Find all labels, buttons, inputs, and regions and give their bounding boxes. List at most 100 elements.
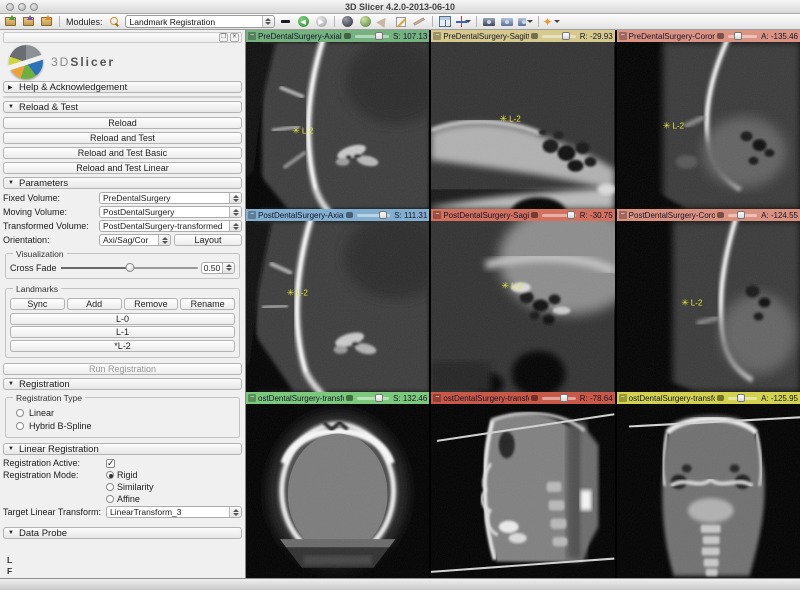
registration-active-checkbox[interactable] <box>106 459 115 468</box>
landmark-marker[interactable]: L-2 <box>501 280 522 291</box>
sceneview-capture-icon[interactable] <box>500 15 515 28</box>
pin-icon[interactable] <box>433 32 441 40</box>
pin-icon[interactable] <box>248 211 256 219</box>
landmark-marker[interactable]: L-2 <box>663 120 684 131</box>
landmark-marker[interactable]: L-2 <box>287 287 308 298</box>
rename-landmark-button[interactable]: Rename <box>180 298 235 310</box>
view-header[interactable]: ostDentalSurgery-transformed-Coron A: -1… <box>617 392 800 404</box>
landmark-marker[interactable]: L-2 <box>681 298 702 309</box>
pin-icon[interactable] <box>248 32 256 40</box>
module-search-icon[interactable] <box>107 15 122 28</box>
view-header[interactable]: PostDentalSurgery-Sagittal R: -30.75 <box>431 209 614 221</box>
transformed-volume-select[interactable]: PostDentalSurgery-transformed <box>99 220 242 232</box>
view-header[interactable]: ostDentalSurgery-transformed-Axi S: 132.… <box>246 392 429 404</box>
save-scene-icon[interactable] <box>39 15 54 28</box>
reload-button[interactable]: Reload <box>3 117 242 129</box>
mouse-interaction-icon[interactable] <box>340 15 355 28</box>
landmark-item-l0[interactable]: L-0 <box>10 313 235 325</box>
slice-image[interactable] <box>246 404 429 578</box>
slice-offset-slider[interactable] <box>355 32 389 40</box>
view-pre-sagittal[interactable]: PreDentalSurgery-Sagittal R: -29.93 <box>431 30 614 209</box>
landmark-item-l1[interactable]: L-1 <box>10 326 235 338</box>
linear-radio[interactable] <box>16 409 24 417</box>
extensions-icon[interactable]: ✦ <box>544 15 559 28</box>
view-header[interactable]: PostDentalSurgery-Coronal A: -124.55 <box>617 209 800 221</box>
reload-and-test-linear-button[interactable]: Reload and Test Linear <box>3 162 242 174</box>
sync-button[interactable]: Sync <box>10 298 65 310</box>
link-icon[interactable] <box>717 212 724 218</box>
section-linear-registration[interactable]: ▼ Linear Registration <box>3 443 242 455</box>
hybrid-radio-row[interactable]: Hybrid B-Spline <box>16 420 235 431</box>
view-pre-coronal[interactable]: PreDentalSurgery-Coronal A: -135.46 <box>617 30 800 209</box>
landmark-marker[interactable]: L-2 <box>500 113 521 124</box>
pin-icon[interactable] <box>433 211 441 219</box>
view-transformed-axial[interactable]: ostDentalSurgery-transformed-Axi S: 132.… <box>246 392 429 578</box>
slice-image[interactable]: L-2 <box>431 42 614 209</box>
pin-icon[interactable] <box>433 394 441 402</box>
view-header[interactable]: PreDentalSurgery-Coronal A: -135.46 <box>617 30 800 42</box>
remove-landmark-button[interactable]: Remove <box>124 298 179 310</box>
affine-radio[interactable] <box>106 495 114 503</box>
slice-image[interactable]: L-2 <box>617 42 800 209</box>
slice-offset-slider[interactable] <box>728 394 757 402</box>
module-history-icon[interactable] <box>278 15 293 28</box>
slice-offset-slider[interactable] <box>542 211 575 219</box>
reload-and-test-basic-button[interactable]: Reload and Test Basic <box>3 147 242 159</box>
fixed-volume-select[interactable]: PreDentalSurgery <box>99 192 242 204</box>
view-post-axial[interactable]: PostDentalSurgery-Axial S: 111.31 <box>246 209 429 392</box>
module-forward-icon[interactable]: ▶ <box>314 15 329 28</box>
sceneview-restore-icon[interactable] <box>518 15 533 28</box>
cross-fade-slider[interactable] <box>61 262 198 274</box>
slice-image[interactable]: L-2 <box>431 221 614 392</box>
view-post-coronal[interactable]: PostDentalSurgery-Coronal A: -124.55 <box>617 209 800 392</box>
similarity-radio[interactable] <box>106 483 114 491</box>
slice-image[interactable]: L-2 <box>246 221 429 392</box>
moving-volume-select[interactable]: PostDentalSurgery <box>99 206 242 218</box>
view-header[interactable]: PreDentalSurgery-Axial S: 107.13 <box>246 30 429 42</box>
section-data-probe[interactable]: ▼ Data Probe <box>3 527 242 539</box>
load-scene-icon[interactable] <box>3 15 18 28</box>
linear-radio-row[interactable]: Linear <box>16 407 235 418</box>
close-panel-button[interactable] <box>230 33 239 42</box>
pin-icon[interactable] <box>619 394 627 402</box>
layout-button[interactable]: Layout <box>174 234 242 246</box>
slice-image[interactable] <box>431 404 614 578</box>
screenshot-icon[interactable] <box>482 15 497 28</box>
slice-offset-slider[interactable] <box>728 211 757 219</box>
pin-icon[interactable] <box>619 32 627 40</box>
slice-image[interactable]: L-2 <box>246 42 429 209</box>
link-icon[interactable] <box>531 212 538 218</box>
slice-image[interactable]: L-2 <box>617 221 800 392</box>
orientation-select[interactable]: Axi/Sag/Cor <box>99 234 171 246</box>
run-registration-button[interactable]: Run Registration <box>3 363 242 375</box>
annotation-icon[interactable] <box>376 15 391 28</box>
link-icon[interactable] <box>346 212 353 218</box>
section-parameters[interactable]: ▼ Parameters <box>3 177 242 189</box>
slice-offset-slider[interactable] <box>728 32 757 40</box>
view-header[interactable]: PreDentalSurgery-Sagittal R: -29.93 <box>431 30 614 42</box>
window-level-icon[interactable] <box>358 15 373 28</box>
view-transformed-sagittal[interactable]: ostDentalSurgery-transformed-Sagitt R: -… <box>431 392 614 578</box>
layout-selector-icon[interactable] <box>438 15 453 28</box>
add-landmark-button[interactable]: Add <box>67 298 122 310</box>
section-reload-test[interactable]: ▼ Reload & Test <box>3 101 242 113</box>
slice-offset-slider[interactable] <box>542 32 575 40</box>
crosshair-icon[interactable] <box>456 15 471 28</box>
link-icon[interactable] <box>531 395 538 401</box>
view-post-sagittal[interactable]: PostDentalSurgery-Sagittal R: -30.75 <box>431 209 614 392</box>
section-registration[interactable]: ▼ Registration <box>3 378 242 390</box>
hybrid-bspline-radio[interactable] <box>16 422 24 430</box>
add-data-icon[interactable] <box>21 15 36 28</box>
view-header[interactable]: PostDentalSurgery-Axial S: 111.31 <box>246 209 429 221</box>
landmark-item-l2[interactable]: *L-2 <box>10 340 235 352</box>
landmark-marker[interactable]: L-2 <box>292 125 313 136</box>
slice-offset-slider[interactable] <box>357 394 389 402</box>
rigid-radio[interactable] <box>106 471 114 479</box>
module-selector[interactable]: Landmark Registration <box>125 15 275 28</box>
float-panel-button[interactable] <box>219 33 228 42</box>
slice-offset-slider[interactable] <box>357 211 390 219</box>
pin-icon[interactable] <box>248 394 256 402</box>
link-icon[interactable] <box>717 33 724 39</box>
link-icon[interactable] <box>346 395 353 401</box>
slice-image[interactable] <box>617 404 800 578</box>
